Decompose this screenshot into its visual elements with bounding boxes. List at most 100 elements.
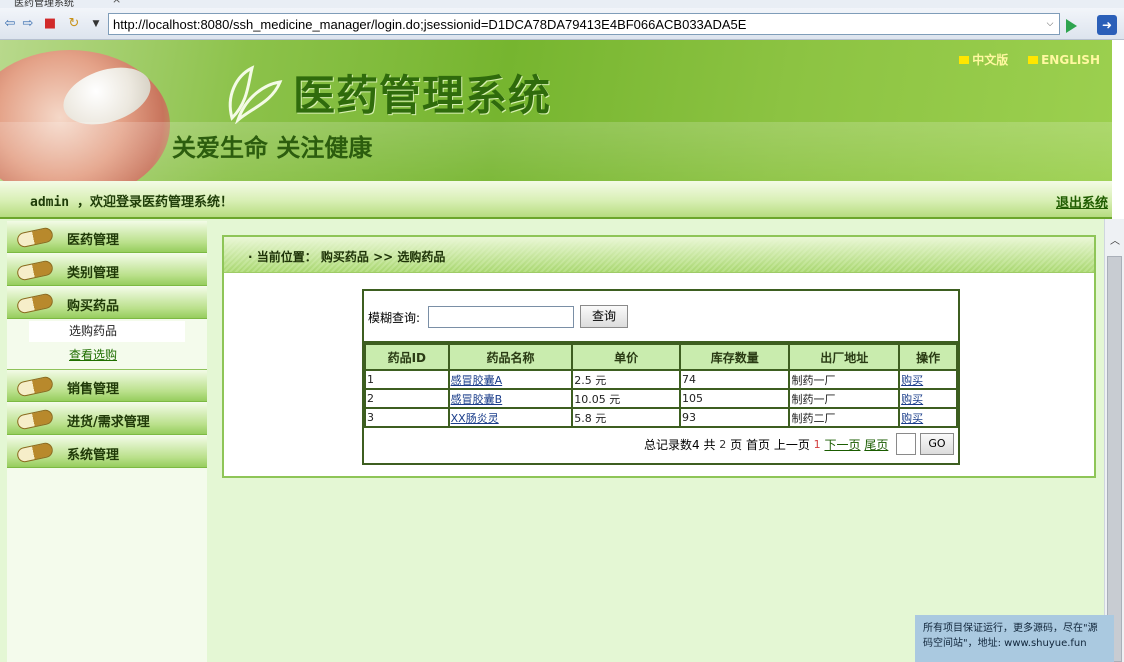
scroll-up-icon[interactable]: ︿ xyxy=(1108,235,1122,249)
browser-title-strip: 医药管理系统 × xyxy=(0,0,1124,8)
pager: 总记录数4 共 2 页 首页 上一页 1 下一页 尾页 GO xyxy=(644,433,954,457)
sidebar-item-category[interactable]: 类别管理 xyxy=(7,254,207,286)
lang-en-label: ENGLISH xyxy=(1041,53,1100,67)
drug-list-box: 模糊查询: 查询 药品ID 药品名称 单价 库存数量 出厂地址 操作 1 感冒胶… xyxy=(362,289,960,465)
logout-link[interactable]: 退出系统 xyxy=(1056,192,1108,211)
page-scrollbar[interactable]: ︿ xyxy=(1104,219,1124,662)
sidebar-item-label: 类别管理 xyxy=(67,266,120,281)
col-header-price: 单价 xyxy=(571,343,681,371)
sub-item-select-drugs[interactable]: 选购药品 xyxy=(29,321,185,342)
banner-slogan: 关爱生命 关注健康 xyxy=(172,133,373,162)
sidebar-item-label: 销售管理 xyxy=(67,382,120,397)
cell-stock: 74 xyxy=(678,369,791,390)
pages-suffix: 页 xyxy=(730,437,743,452)
col-header-factory: 出厂地址 xyxy=(788,343,901,371)
banner-stripe xyxy=(0,122,1112,181)
sub-item-view-selected[interactable]: 查看选购 xyxy=(29,345,185,366)
capsule-icon xyxy=(15,408,55,431)
cell-price: 5.8 元 xyxy=(571,407,681,428)
cell-price: 2.5 元 xyxy=(571,369,681,390)
pages-count: 2 xyxy=(719,437,727,451)
buy-link[interactable]: 购买 xyxy=(901,393,923,406)
back-icon[interactable]: ⇦ xyxy=(2,16,18,32)
capsule-icon xyxy=(15,375,55,398)
stop-icon[interactable]: ■ xyxy=(42,16,58,32)
buy-link[interactable]: 购买 xyxy=(901,412,923,425)
search-input[interactable] xyxy=(428,306,574,328)
col-header-stock: 库存数量 xyxy=(678,343,791,371)
browser-tab-title: 医药管理系统 xyxy=(14,0,74,8)
breadcrumb: · 当前位置： 购买药品 >> 选购药品 xyxy=(248,250,446,264)
total-records: 总记录数4 xyxy=(643,437,700,452)
tab-close-icon[interactable]: × xyxy=(112,0,121,6)
browser-toolbar: ⇦ ⇨ ■ ↻ ▼ http://localhost:8080/ssh_medi… xyxy=(0,8,1124,40)
refresh-icon[interactable]: ↻ xyxy=(66,16,82,32)
next-page-link[interactable]: 下一页 xyxy=(824,436,860,453)
sidebar-item-sales[interactable]: 销售管理 xyxy=(7,370,207,402)
table-row: 1 感冒胶囊A 2.5 元 74 制药一厂 购买 xyxy=(364,369,958,390)
drug-name-link[interactable]: 感冒胶囊A xyxy=(451,374,503,387)
sidebar-item-label: 购买药品 xyxy=(67,299,120,314)
col-header-id: 药品ID xyxy=(364,343,450,371)
forward-icon[interactable]: ⇨ xyxy=(20,16,36,32)
square-icon xyxy=(959,56,970,64)
leaf-logo-icon xyxy=(228,65,283,124)
table-header-row: 药品ID 药品名称 单价 库存数量 出厂地址 操作 xyxy=(364,343,958,371)
capsule-icon xyxy=(15,226,55,249)
first-page-label: 首页 xyxy=(745,437,770,452)
sidebar-item-medicine[interactable]: 医药管理 xyxy=(7,221,207,253)
banner-title: 医药管理系统 xyxy=(293,71,552,120)
table-row: 3 XX肠炎灵 5.8 元 93 制药二厂 购买 xyxy=(364,407,958,428)
cell-stock: 93 xyxy=(678,407,791,428)
search-button[interactable]: 查询 xyxy=(580,305,628,328)
drug-name-link[interactable]: XX肠炎灵 xyxy=(451,412,499,425)
cell-factory: 制药一厂 xyxy=(788,388,901,409)
lang-cn-link[interactable]: 中文版 xyxy=(959,51,1008,68)
cell-factory: 制药一厂 xyxy=(788,369,901,390)
capsule-icon xyxy=(15,292,55,315)
address-bar[interactable]: http://localhost:8080/ssh_medicine_manag… xyxy=(108,13,1060,35)
panel-header: · 当前位置： 购买药品 >> 选购药品 xyxy=(224,237,1094,273)
drug-table: 药品ID 药品名称 单价 库存数量 出厂地址 操作 1 感冒胶囊A 2.5 元 … xyxy=(364,343,958,428)
main-panel: · 当前位置： 购买药品 >> 选购药品 模糊查询: 查询 药品ID 药品名称 … xyxy=(222,235,1096,478)
table-row: 2 感冒胶囊B 10.05 元 105 制药一厂 购买 xyxy=(364,388,958,409)
sidebar-item-purchase[interactable]: 购买药品 xyxy=(7,287,207,319)
cell-factory: 制药二厂 xyxy=(788,407,901,428)
current-page: 1 xyxy=(813,437,821,451)
history-dropdown-icon[interactable]: ▼ xyxy=(88,16,104,32)
cell-id: 1 xyxy=(364,369,450,390)
scroll-thumb[interactable] xyxy=(1107,256,1122,662)
sidebar-item-label: 医药管理 xyxy=(67,233,120,248)
sidebar-item-label: 进货/需求管理 xyxy=(67,415,150,430)
cell-id: 2 xyxy=(364,388,450,409)
address-bar-url: http://localhost:8080/ssh_medicine_manag… xyxy=(113,17,747,32)
sidebar-item-stock-demand[interactable]: 进货/需求管理 xyxy=(7,403,207,435)
last-page-link[interactable]: 尾页 xyxy=(864,436,888,453)
welcome-bar: admin ，欢迎登录医药管理系统！ 退出系统 xyxy=(0,181,1112,219)
cell-id: 3 xyxy=(364,407,450,428)
lang-cn-label: 中文版 xyxy=(972,53,1009,67)
promo-notice: 所有项目保证运行，更多源码，尽在"源码空间站"，地址: www.shuyue.f… xyxy=(915,615,1114,662)
search-row: 模糊查询: 查询 xyxy=(364,291,958,343)
lang-en-link[interactable]: ENGLISH xyxy=(1028,53,1100,67)
col-header-name: 药品名称 xyxy=(447,343,574,371)
capsule-icon xyxy=(15,259,55,282)
go-page-button[interactable]: GO xyxy=(920,433,954,455)
pages-prefix: 共 xyxy=(703,437,716,452)
page-number-input[interactable] xyxy=(896,433,917,455)
buy-link[interactable]: 购买 xyxy=(901,374,923,387)
drug-name-link[interactable]: 感冒胶囊B xyxy=(451,393,503,406)
language-switch: 中文版 ENGLISH xyxy=(943,51,1100,68)
pager-row: 总记录数4 共 2 页 首页 上一页 1 下一页 尾页 GO xyxy=(364,429,958,463)
go-arrow-icon[interactable] xyxy=(1066,19,1077,33)
square-icon xyxy=(1028,56,1039,64)
extension-icon[interactable]: ➜ xyxy=(1097,15,1117,35)
address-dropdown-icon[interactable]: ⌵ xyxy=(1043,16,1057,32)
cell-price: 10.05 元 xyxy=(571,388,681,409)
site-banner: 医药管理系统 关爱生命 关注健康 中文版 ENGLISH xyxy=(0,40,1112,181)
cell-stock: 105 xyxy=(678,388,791,409)
sidebar-item-system[interactable]: 系统管理 xyxy=(7,436,207,468)
prev-page-label: 上一页 xyxy=(773,437,810,452)
capsule-icon xyxy=(15,441,55,464)
sidebar: 医药管理 类别管理 购买药品 选购药品 查看选购 销售管理 进货/需求管理 系统… xyxy=(7,221,207,662)
